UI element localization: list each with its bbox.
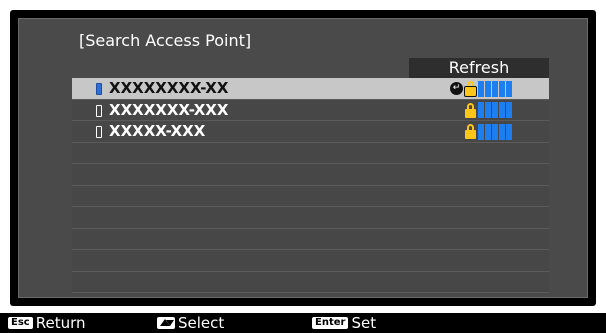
lock-icon bbox=[465, 124, 476, 139]
empty-list-row bbox=[72, 143, 549, 164]
enter-key-icon: Enter bbox=[312, 317, 349, 329]
lock-icon bbox=[465, 102, 476, 118]
access-point-row[interactable]: XXXXXXXX-XX ↵ bbox=[72, 78, 549, 100]
empty-list-row bbox=[72, 250, 549, 272]
access-point-icon bbox=[96, 126, 102, 138]
set-hint: Enter Set bbox=[312, 313, 376, 333]
signal-strength-icon bbox=[478, 80, 512, 97]
return-hint: Esc Return bbox=[8, 313, 86, 333]
signal-strength-icon bbox=[478, 102, 512, 118]
empty-list-row bbox=[72, 272, 549, 293]
signal-strength-icon bbox=[478, 123, 512, 140]
access-point-status: ↵ bbox=[450, 80, 512, 97]
search-access-point-dialog: [Search Access Point] Refresh XXXXXXXX-X… bbox=[18, 18, 588, 298]
empty-list-row bbox=[72, 164, 549, 186]
set-label: Set bbox=[351, 314, 377, 332]
empty-list-row bbox=[72, 229, 549, 250]
access-point-name: XXXXX-XXX bbox=[109, 122, 206, 140]
access-point-name: XXXXXXX-XXX bbox=[109, 100, 229, 119]
esc-key-icon: Esc bbox=[8, 317, 33, 329]
empty-list-row bbox=[72, 186, 549, 207]
dialog-title: [Search Access Point] bbox=[79, 31, 252, 50]
access-point-status bbox=[465, 102, 512, 119]
access-point-row[interactable]: XXXXXXX-XXX bbox=[72, 100, 549, 121]
refresh-button[interactable]: Refresh bbox=[409, 58, 549, 78]
lock-icon bbox=[465, 81, 476, 96]
access-point-list: XXXXXXXX-XX ↵ XXXXXXX-XXX XXXXX-XXX bbox=[72, 78, 549, 293]
projector-screen: [Search Access Point] Refresh XXXXXXXX-X… bbox=[10, 10, 596, 306]
select-hint: Select bbox=[157, 313, 224, 333]
access-point-name: XXXXXXXX-XX bbox=[109, 79, 229, 97]
key-hint-bar: Esc Return Select Enter Set bbox=[0, 313, 606, 333]
access-point-status bbox=[465, 123, 512, 140]
up-down-arrow-icon bbox=[157, 317, 175, 329]
select-label: Select bbox=[178, 314, 225, 332]
access-point-icon bbox=[96, 104, 102, 117]
return-label: Return bbox=[35, 314, 86, 332]
access-point-icon bbox=[96, 83, 102, 95]
connected-icon: ↵ bbox=[450, 82, 463, 95]
empty-list-row bbox=[72, 207, 549, 229]
access-point-row[interactable]: XXXXX-XXX bbox=[72, 121, 549, 143]
